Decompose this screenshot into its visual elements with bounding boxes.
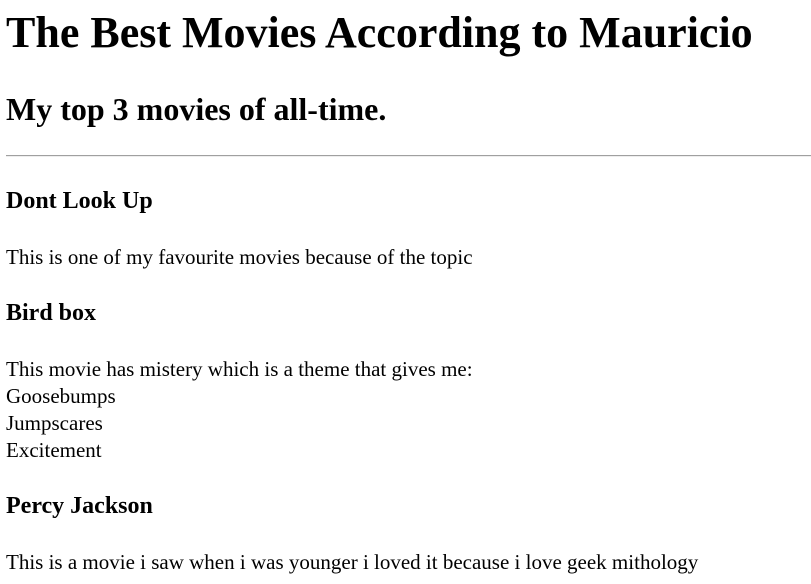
description-line: Excitement (6, 438, 102, 462)
movie-title-bird-box: Bird box (6, 300, 97, 326)
movie-title-dont-look-up: Dont Look Up (6, 188, 153, 214)
movie-title-percy-jackson: Percy Jackson (6, 493, 153, 519)
movie-description-percy-jackson: This is a movie i saw when i was younger… (6, 549, 698, 576)
page-title: The Best Movies According to Mauricio (6, 8, 753, 57)
movie-description-bird-box: This movie has mistery which is a theme … (6, 356, 473, 464)
description-line: This movie has mistery which is a theme … (6, 357, 473, 381)
description-line: Goosebumps (6, 384, 116, 408)
description-line: Jumpscares (6, 411, 103, 435)
movie-description-dont-look-up: This is one of my favourite movies becau… (6, 244, 473, 271)
description-line: This is a movie i saw when i was younger… (6, 550, 699, 574)
divider (6, 155, 811, 157)
page: The Best Movies According to Mauricio My… (0, 0, 811, 584)
page-subtitle: My top 3 movies of all-time. (6, 91, 387, 127)
description-line: This is one of my favourite movies becau… (6, 245, 473, 269)
